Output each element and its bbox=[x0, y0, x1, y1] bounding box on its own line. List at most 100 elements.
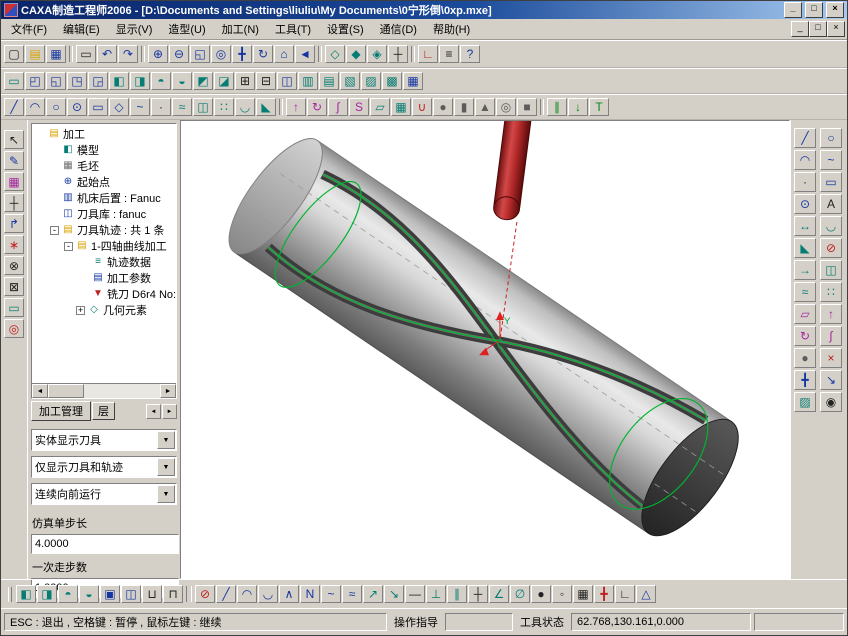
text-icon[interactable]: A bbox=[820, 194, 842, 214]
tree-item-4axis-curve[interactable]: - ▤ 1-四轴曲线加工 bbox=[32, 238, 176, 254]
split-view-icon[interactable]: ◫ bbox=[277, 72, 297, 90]
shell-feature-icon[interactable]: ◫ bbox=[121, 585, 141, 603]
note-icon[interactable]: ▭ bbox=[4, 298, 24, 317]
direction-ne-icon[interactable]: ↗ bbox=[363, 585, 383, 603]
erase-icon[interactable]: × bbox=[820, 348, 842, 368]
ortho-icon[interactable]: ∟ bbox=[615, 585, 635, 603]
dimension-icon[interactable]: ↔ bbox=[794, 216, 816, 236]
prev-view-icon[interactable]: ◄ bbox=[295, 45, 315, 63]
tree-expander-icon[interactable]: - bbox=[50, 226, 59, 235]
material-view-icon[interactable]: ▨ bbox=[361, 72, 381, 90]
tree-item-blank[interactable]: ▦ 毛坯 bbox=[32, 158, 176, 174]
arc-icon[interactable]: ◠ bbox=[25, 98, 45, 116]
help-icon[interactable]: ? bbox=[460, 45, 480, 63]
boolean-union-icon[interactable]: ∪ bbox=[412, 98, 432, 116]
rotate-view-icon[interactable]: ↻ bbox=[253, 45, 273, 63]
perpendicular-icon[interactable]: ⊥ bbox=[426, 585, 446, 603]
tool-display-combo[interactable]: 实体显示刀具 ▼ bbox=[31, 429, 177, 451]
fillet-icon[interactable]: ◡ bbox=[235, 98, 255, 116]
offset-icon[interactable]: ≈ bbox=[172, 98, 192, 116]
tab-machining-manager[interactable]: 加工管理 bbox=[31, 401, 91, 421]
tree-item-post-processor[interactable]: ▥ 机床后置 : Fanuc bbox=[32, 190, 176, 206]
zoom-in-icon[interactable]: ⊕ bbox=[148, 45, 168, 63]
undo-icon[interactable]: ↶ bbox=[97, 45, 117, 63]
menu-file[interactable]: 文件(F) bbox=[3, 19, 55, 39]
tree-item-toolpaths[interactable]: - ▤ 刀具轨迹 : 共 1 条 bbox=[32, 222, 176, 238]
move-icon[interactable]: ╋ bbox=[794, 370, 816, 390]
wireframe-icon[interactable]: ◇ bbox=[325, 45, 345, 63]
scroll-left-icon[interactable]: ◄ bbox=[32, 384, 48, 398]
chamfer-edge-icon[interactable]: ◣ bbox=[794, 238, 816, 258]
draw-ellipse-icon[interactable]: ⊙ bbox=[794, 194, 816, 214]
tab-scroll-left-icon[interactable]: ◄ bbox=[146, 404, 161, 419]
point-icon[interactable]: · bbox=[151, 98, 171, 116]
dropdown-arrow-icon[interactable]: ▼ bbox=[157, 431, 175, 449]
print-icon[interactable]: ▭ bbox=[76, 45, 96, 63]
torus-icon[interactable]: ◎ bbox=[496, 98, 516, 116]
pocket-feature-icon[interactable]: ◨ bbox=[37, 585, 57, 603]
boss-feature-icon[interactable]: ◧ bbox=[16, 585, 36, 603]
tree-item-machining[interactable]: ▤ 加工 bbox=[32, 126, 176, 142]
menu-communication[interactable]: 通信(D) bbox=[372, 19, 425, 39]
tab-layer[interactable]: 层 bbox=[92, 402, 115, 420]
local-coord-icon[interactable]: ∟ bbox=[418, 45, 438, 63]
tree-expander-icon[interactable]: - bbox=[64, 242, 73, 251]
restore-button[interactable]: □ bbox=[805, 2, 823, 18]
tree-item-geometry[interactable]: + ◇ 几何元素 bbox=[32, 302, 176, 318]
polyline-icon[interactable]: ∧ bbox=[279, 585, 299, 603]
dropdown-arrow-icon[interactable]: ▼ bbox=[157, 485, 175, 503]
view-iso-icon[interactable]: ◲ bbox=[88, 72, 108, 90]
arc-tangent-icon[interactable]: ◡ bbox=[258, 585, 278, 603]
menu-help[interactable]: 帮助(H) bbox=[425, 19, 478, 39]
sketch-pencil-icon[interactable]: ✎ bbox=[4, 151, 24, 170]
line-icon[interactable]: ╱ bbox=[4, 98, 24, 116]
scale-icon[interactable]: ↘ bbox=[820, 370, 842, 390]
snap-icon[interactable]: ╋ bbox=[594, 585, 614, 603]
target-icon[interactable]: ◎ bbox=[4, 319, 24, 338]
sweep-icon[interactable]: ∫ bbox=[328, 98, 348, 116]
revolve-icon[interactable]: ↻ bbox=[307, 98, 327, 116]
zoom-window-icon[interactable]: ◱ bbox=[190, 45, 210, 63]
new-file-icon[interactable]: ▢ bbox=[4, 45, 24, 63]
tree-item-mill-tool[interactable]: ▼ 铣刀 D6r4 No:4 F bbox=[32, 286, 176, 302]
sweep-surface-icon[interactable]: ∫ bbox=[820, 326, 842, 346]
run-mode-combo[interactable]: 连续向前运行 ▼ bbox=[31, 483, 177, 505]
field-input[interactable] bbox=[31, 534, 179, 554]
menu-modeling[interactable]: 造型(U) bbox=[160, 19, 213, 39]
block-icon[interactable]: ■ bbox=[517, 98, 537, 116]
cone-icon[interactable]: ▲ bbox=[475, 98, 495, 116]
array-icon[interactable]: ∷ bbox=[214, 98, 234, 116]
parallel-icon[interactable]: ∥ bbox=[547, 98, 567, 116]
axis-cross-icon[interactable]: ┼ bbox=[4, 193, 24, 212]
mesh-surface-icon[interactable]: ▦ bbox=[391, 98, 411, 116]
revolve-surface-icon[interactable]: ↻ bbox=[794, 326, 816, 346]
dropdown-arrow-icon[interactable]: ▼ bbox=[157, 458, 175, 476]
mirror-icon[interactable]: ◫ bbox=[193, 98, 213, 116]
reference-icon[interactable]: ∗ bbox=[4, 235, 24, 254]
tool-library-icon[interactable]: T bbox=[589, 98, 609, 116]
array-curve-icon[interactable]: ∷ bbox=[820, 282, 842, 302]
light-bottom-icon[interactable]: ◒ bbox=[172, 72, 192, 90]
surface-icon[interactable]: ▱ bbox=[794, 304, 816, 324]
draw-rect-icon[interactable]: ▭ bbox=[820, 172, 842, 192]
draw-arc-icon[interactable]: ◠ bbox=[794, 150, 816, 170]
curve-fit-icon[interactable]: ~ bbox=[321, 585, 341, 603]
menu-settings[interactable]: 设置(S) bbox=[319, 19, 372, 39]
close-button[interactable]: × bbox=[826, 2, 844, 18]
pad-feature-icon[interactable]: ▣ bbox=[100, 585, 120, 603]
light-top-icon[interactable]: ◓ bbox=[151, 72, 171, 90]
curve-edit-icon[interactable]: ↱ bbox=[4, 214, 24, 233]
pattern-view-icon[interactable]: ▩ bbox=[382, 72, 402, 90]
parallel-line-icon[interactable]: ∥ bbox=[447, 585, 467, 603]
home-view-icon[interactable]: ⌂ bbox=[274, 45, 294, 63]
wave-line-icon[interactable]: ≈ bbox=[342, 585, 362, 603]
viewport-canvas[interactable]: Y bbox=[181, 121, 789, 578]
cup-feature-icon[interactable]: ⊔ bbox=[142, 585, 162, 603]
tool-axis-icon[interactable]: ↓ bbox=[568, 98, 588, 116]
menu-edit[interactable]: 编辑(E) bbox=[55, 19, 108, 39]
node-icon[interactable]: ● bbox=[531, 585, 551, 603]
tree-item-tool-library[interactable]: ◫ 刀具库 : fanuc bbox=[32, 206, 176, 222]
save-file-icon[interactable]: ▦ bbox=[46, 45, 66, 63]
draw-line-icon[interactable]: ╱ bbox=[794, 128, 816, 148]
extrude-icon[interactable]: ↑ bbox=[286, 98, 306, 116]
